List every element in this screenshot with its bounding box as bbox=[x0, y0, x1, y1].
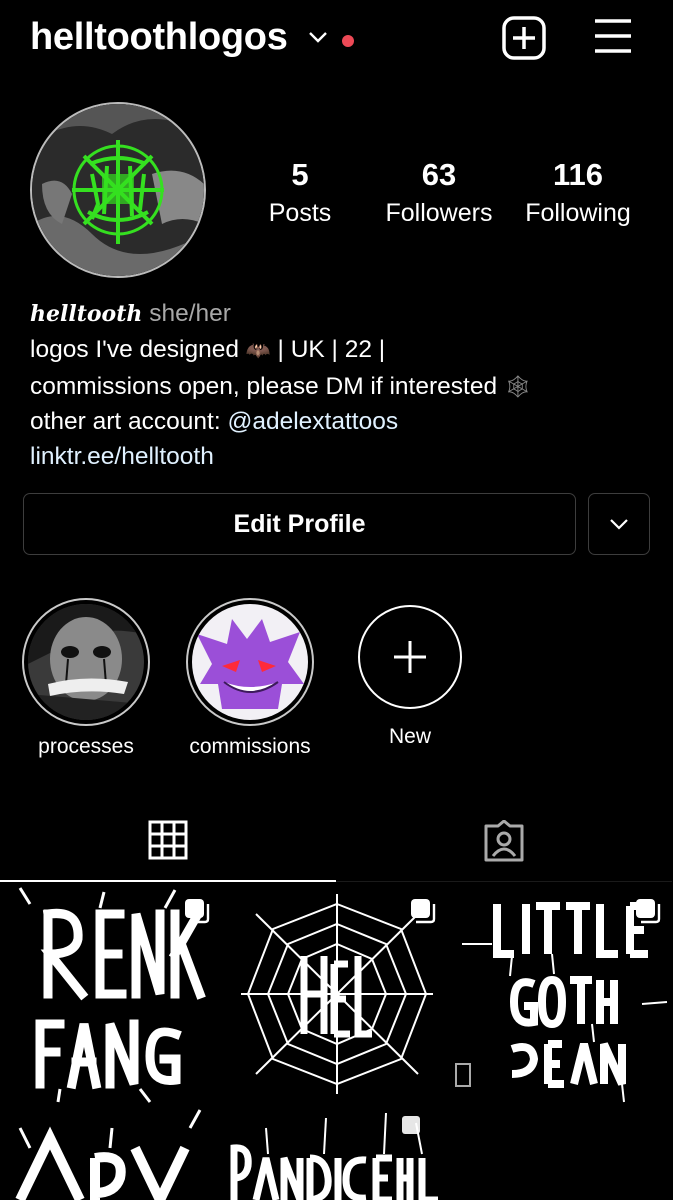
grid-icon bbox=[148, 820, 188, 860]
chevron-down-icon[interactable] bbox=[308, 30, 328, 44]
profile-avatar[interactable] bbox=[30, 102, 206, 278]
website-link[interactable]: linktr.ee/helltooth bbox=[30, 443, 214, 470]
edit-profile-button[interactable]: Edit Profile bbox=[23, 493, 576, 555]
highlight-label: commissions bbox=[189, 735, 311, 758]
posts-count: 5 bbox=[291, 157, 309, 192]
posts-grid bbox=[0, 884, 673, 1200]
bio-line-4: linktr.ee/helltooth bbox=[30, 439, 650, 474]
bio-text-1: logos I've designed bbox=[30, 336, 239, 363]
new-post-icon[interactable] bbox=[500, 14, 548, 62]
top-bar: helltoothlogos bbox=[0, 0, 673, 80]
highlight-processes[interactable]: processes bbox=[16, 598, 156, 759]
bat-emoji-icon: 🦇 bbox=[245, 340, 271, 362]
bio-name-row: helltooth she/her bbox=[30, 296, 650, 332]
avatar-image bbox=[32, 104, 204, 276]
post-image bbox=[0, 1108, 222, 1200]
spiderweb-emoji-icon: 🕸 bbox=[503, 374, 532, 399]
highlight-ring bbox=[22, 598, 150, 726]
post-thumbnail[interactable] bbox=[0, 884, 222, 1104]
tagged-icon bbox=[484, 819, 524, 861]
bio-text-3: other art account: bbox=[30, 408, 228, 435]
highlight-ring bbox=[186, 598, 314, 726]
following-count: 116 bbox=[552, 157, 603, 192]
plus-icon bbox=[394, 641, 426, 673]
highlight-commissions[interactable]: commissions bbox=[180, 598, 320, 759]
tab-posts-grid[interactable] bbox=[0, 800, 336, 882]
multiple-posts-icon bbox=[185, 899, 210, 924]
highlight-label: processes bbox=[38, 735, 134, 758]
profile-page: helltoothlogos 5 Posts 63 Followers 116 … bbox=[0, 0, 673, 1200]
pronouns: she/her bbox=[149, 300, 231, 327]
chevron-down-icon bbox=[610, 519, 628, 530]
suggested-toggle-button[interactable] bbox=[588, 493, 650, 555]
highlight-cover-image bbox=[192, 604, 308, 720]
multiple-posts-icon bbox=[636, 899, 661, 924]
username[interactable]: helltoothlogos bbox=[30, 16, 288, 59]
post-image bbox=[226, 1108, 448, 1200]
bio-text-1-suffix: | UK | 22 | bbox=[277, 336, 386, 363]
followers-stat[interactable]: 63 Followers bbox=[380, 155, 498, 231]
followers-label: Followers bbox=[385, 199, 493, 227]
post-thumbnail[interactable] bbox=[226, 1108, 448, 1200]
highlight-cover-image bbox=[28, 604, 144, 720]
new-highlight-circle bbox=[358, 605, 462, 709]
multiple-posts-icon bbox=[411, 899, 436, 924]
hamburger-menu-icon[interactable] bbox=[592, 16, 634, 56]
highlight-new[interactable]: New bbox=[340, 605, 480, 749]
posts-label: Posts bbox=[268, 199, 332, 227]
profile-bio: helltooth she/her logos I've designed 🦇 … bbox=[30, 296, 650, 474]
post-thumbnail[interactable] bbox=[452, 884, 673, 1104]
followers-count: 63 bbox=[421, 157, 457, 192]
bio-line-2: commissions open, please DM if intereste… bbox=[30, 369, 650, 404]
post-thumbnail[interactable] bbox=[226, 884, 448, 1104]
following-label: Following bbox=[525, 199, 631, 227]
bio-text-2: commissions open, please DM if intereste… bbox=[30, 373, 498, 400]
display-name: helltooth bbox=[30, 301, 143, 327]
tab-tagged[interactable] bbox=[336, 800, 672, 882]
notification-dot bbox=[342, 35, 354, 47]
following-stat[interactable]: 116 Following bbox=[518, 155, 638, 231]
bio-line-1: logos I've designed 🦇 | UK | 22 | bbox=[30, 332, 650, 369]
posts-stat[interactable]: 5 Posts bbox=[258, 155, 342, 231]
mention-link[interactable]: @adelextattoos bbox=[227, 408, 398, 435]
highlight-label: New bbox=[388, 725, 431, 748]
bio-line-3: other art account: @adelextattoos bbox=[30, 404, 650, 439]
post-thumbnail[interactable] bbox=[0, 1108, 222, 1200]
